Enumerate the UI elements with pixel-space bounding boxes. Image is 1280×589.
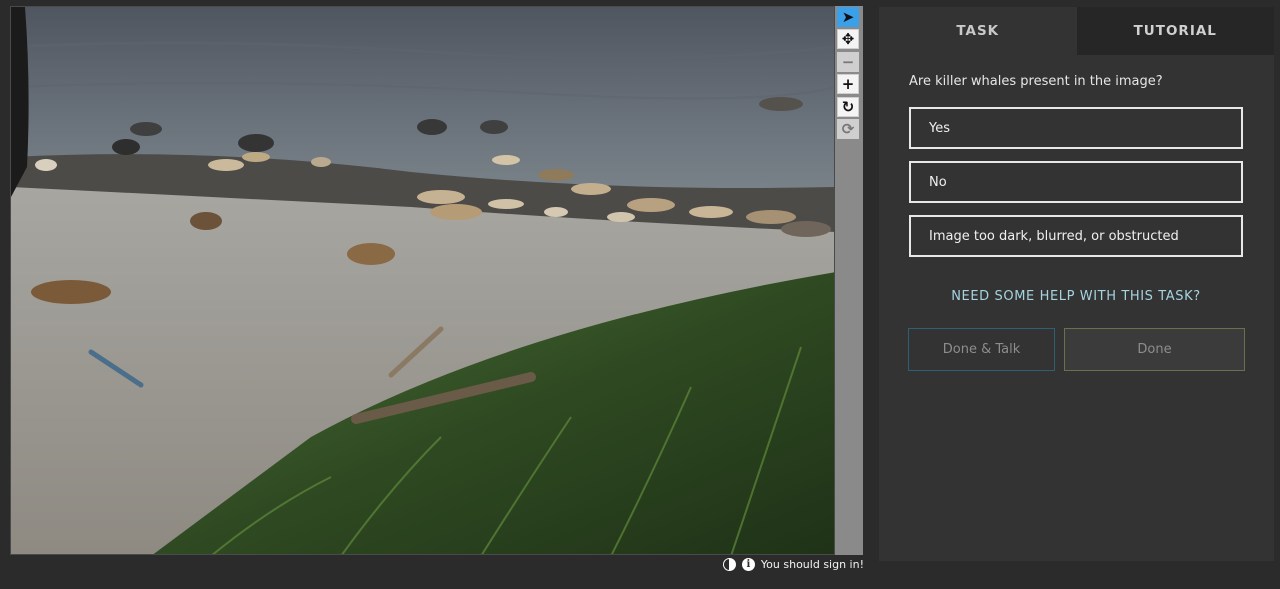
answer-obstructed-button[interactable]: Image too dark, blurred, or obstructed <box>909 215 1243 257</box>
tab-tutorial[interactable]: TUTORIAL <box>1076 7 1274 55</box>
done-and-talk-button[interactable]: Done & Talk <box>908 328 1055 371</box>
answer-label: Yes <box>929 120 950 136</box>
contrast-icon[interactable] <box>722 558 736 571</box>
reset-icon: ⟳ <box>841 120 855 138</box>
panel-tabs: TASK TUTORIAL <box>879 7 1274 55</box>
tab-task[interactable]: TASK <box>879 7 1077 55</box>
answer-label: No <box>929 174 947 190</box>
rotate-icon: ↻ <box>841 98 855 116</box>
info-icon[interactable]: i <box>741 558 755 571</box>
image-toolbar: ➤ ✥ − + ↻ ⟳ <box>835 6 863 555</box>
task-question: Are killer whales present in the image? <box>909 74 1163 89</box>
subject-image-viewer[interactable] <box>10 6 835 555</box>
plus-icon: + <box>841 75 855 93</box>
answer-label: Image too dark, blurred, or obstructed <box>929 228 1179 244</box>
reset-button[interactable]: ⟳ <box>837 119 859 139</box>
help-link[interactable]: NEED SOME HELP WITH THIS TASK? <box>909 289 1243 304</box>
pointer-tool-button[interactable]: ➤ <box>837 7 859 27</box>
done-button[interactable]: Done <box>1064 328 1245 371</box>
viewer-footer: i You should sign in! <box>722 558 864 571</box>
pointer-icon: ➤ <box>841 8 855 26</box>
zoom-in-button[interactable]: + <box>837 74 859 94</box>
answer-yes-button[interactable]: Yes <box>909 107 1243 149</box>
move-icon: ✥ <box>841 30 855 48</box>
rotate-button[interactable]: ↻ <box>837 97 859 117</box>
zoom-out-button[interactable]: − <box>837 52 859 72</box>
subject-image <box>11 7 834 554</box>
answer-no-button[interactable]: No <box>909 161 1243 203</box>
minus-icon: − <box>841 53 855 71</box>
sign-in-message[interactable]: You should sign in! <box>761 558 864 571</box>
pan-tool-button[interactable]: ✥ <box>837 29 859 49</box>
task-panel: TASK TUTORIAL Are killer whales present … <box>879 7 1274 561</box>
